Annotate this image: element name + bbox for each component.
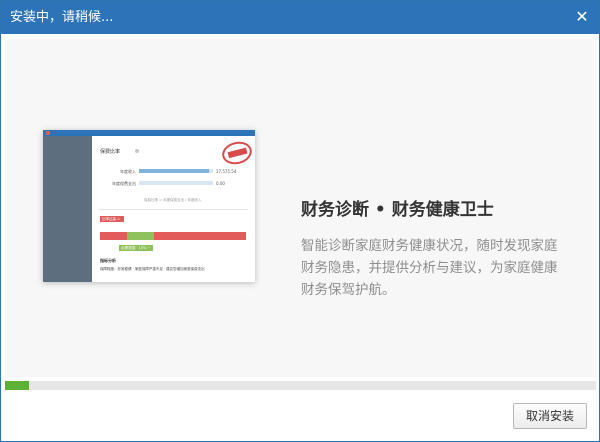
preview-row-value: 0.00 xyxy=(216,181,225,186)
content-area: 保费比率 年度收入 17,575.54 年度保费支出 0.00 保费比率 = 年… xyxy=(5,39,596,377)
preview-sidebar xyxy=(43,136,92,282)
preview-main-panel: 保费比率 年度收入 17,575.54 年度保费支出 0.00 保费比率 = 年… xyxy=(92,136,255,282)
install-progress-bar xyxy=(5,381,596,390)
feature-description: 智能诊断家庭财务健康状况，随时发现家庭财务隐患，并提供分析与建议，为家庭健康财务… xyxy=(301,238,558,298)
window-title: 安装中，请稍候... xyxy=(10,10,114,25)
preview-analysis-title: 指标分析 xyxy=(100,258,116,263)
close-icon[interactable]: ✕ xyxy=(573,8,591,26)
help-icon xyxy=(135,149,139,153)
feature-preview-image: 保费比率 年度收入 17,575.54 年度保费支出 0.00 保费比率 = 年… xyxy=(43,130,255,282)
install-progress-fill xyxy=(5,381,29,390)
title-bar[interactable]: 安装中，请稍候... ✕ xyxy=(1,1,599,34)
preview-row-label: 年度保费支出 xyxy=(112,181,136,186)
preview-bar-track xyxy=(139,181,213,185)
preview-ratio-segment-ok xyxy=(127,232,154,240)
stamp-icon xyxy=(219,138,255,168)
installer-window: 安装中，请稍候... ✕ 保费比率 年度收入 17,575.54 年度保费支出 … xyxy=(0,0,600,442)
preview-ratio-segment-low xyxy=(100,232,127,240)
footer-bar: 取消安装 xyxy=(1,391,599,441)
preview-row-value: 17,575.54 xyxy=(216,169,237,174)
preview-app-icon xyxy=(46,131,50,135)
cancel-install-button[interactable]: 取消安装 xyxy=(513,403,587,429)
preview-formula-note: 保费比率 = 年度保费支出 / 年度收入 xyxy=(144,198,202,202)
preview-divider xyxy=(98,209,248,210)
preview-high-ratio-tag: 比率过高 > 15% xyxy=(100,216,124,227)
preview-row-label: 年度收入 xyxy=(120,169,136,174)
preview-ratio-segment-high xyxy=(154,232,246,240)
preview-title: 保费比率 xyxy=(100,149,121,155)
preview-bar-fill xyxy=(139,169,210,173)
feature-heading: 财务诊断 • 财务健康卫士 xyxy=(301,200,494,220)
preview-range-tag: 合理范围：10% ~ 15% xyxy=(119,245,153,256)
preview-analysis-text: 保障程度：非常稳健 · 家庭保障严重不足 · 建议您增加家庭保费支出 xyxy=(100,267,205,271)
